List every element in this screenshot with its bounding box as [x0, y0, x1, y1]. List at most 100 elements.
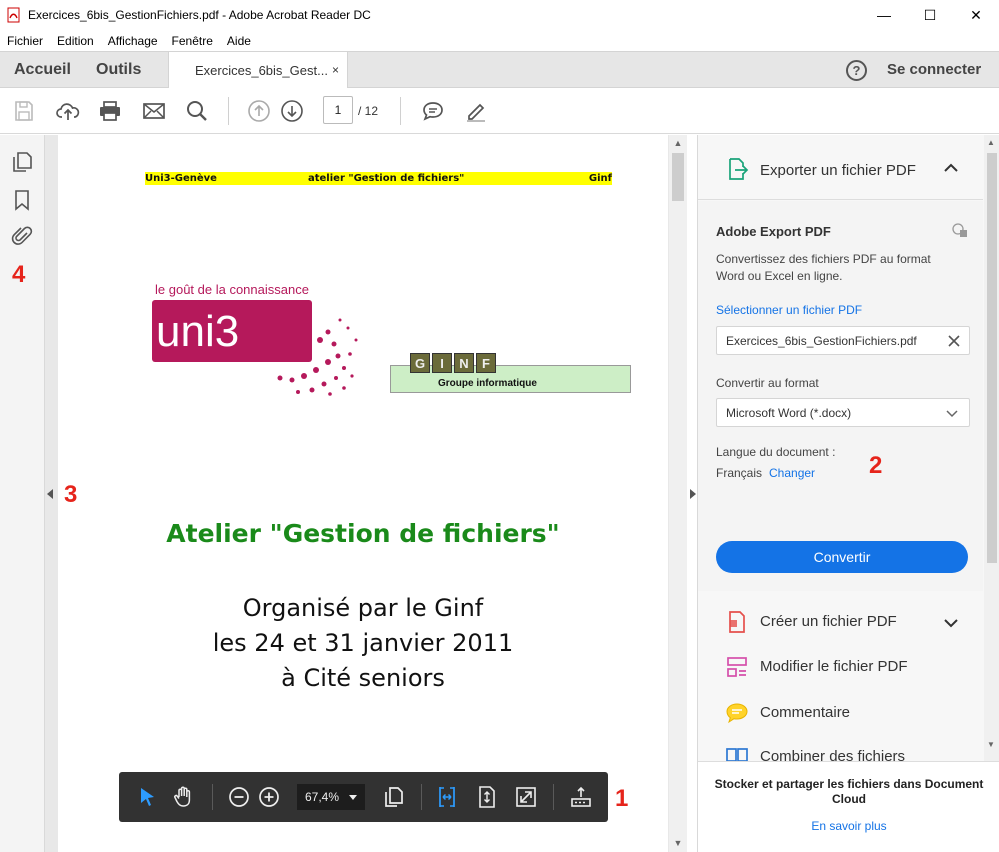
change-language-link[interactable]: Changer: [769, 466, 815, 480]
ginf-letter: F: [476, 353, 496, 373]
language-value: Français: [716, 466, 763, 480]
scrollbar-thumb[interactable]: [987, 153, 997, 563]
ginf-caption: Groupe informatique: [438, 378, 537, 389]
menu-aide[interactable]: Aide: [220, 34, 258, 48]
maximize-button[interactable]: ☐: [907, 0, 953, 30]
tool-create-pdf[interactable]: Créer un fichier PDF: [698, 600, 983, 644]
select-pointer-icon[interactable]: [135, 785, 159, 809]
chevron-down-icon: [349, 795, 357, 800]
learn-more-link[interactable]: En savoir plus: [698, 819, 999, 833]
fit-page-icon[interactable]: [475, 785, 499, 809]
tab-document[interactable]: Exercices_6bis_Gest... ×: [168, 52, 348, 89]
left-navigation-rail: [0, 135, 45, 852]
header-left: Uni3-Genève: [145, 173, 217, 184]
convert-button[interactable]: Convertir: [716, 541, 968, 573]
scrollbar-thumb[interactable]: [672, 153, 684, 201]
convert-to-label: Convertir au format: [716, 376, 819, 390]
chevron-down-icon: [946, 410, 958, 418]
annotation-2: 2: [869, 452, 883, 479]
export-pdf-label: Exporter un fichier PDF: [760, 162, 916, 179]
header-center: atelier "Gestion de fichiers": [308, 173, 465, 184]
help-icon[interactable]: ?: [846, 60, 867, 81]
minimize-button[interactable]: —: [861, 0, 907, 30]
bookmark-icon[interactable]: [11, 189, 33, 211]
tab-home[interactable]: Accueil: [14, 52, 71, 88]
tool-combine[interactable]: Combiner des fichiers: [698, 735, 983, 761]
export-pdf-header[interactable]: Exporter un fichier PDF: [698, 135, 983, 200]
scroll-down-arrow[interactable]: ▼: [673, 838, 683, 848]
expand-right-panel-arrow[interactable]: [690, 489, 696, 499]
tool-comment[interactable]: Commentaire: [698, 691, 983, 735]
selected-file-name: Exercices_6bis_GestionFichiers.pdf: [726, 333, 917, 348]
select-pdf-link[interactable]: Sélectionner un fichier PDF: [716, 303, 862, 317]
menu-fichier[interactable]: Fichier: [0, 34, 50, 48]
format-select-value: Microsoft Word (*.docx): [726, 405, 852, 420]
menu-affichage[interactable]: Affichage: [101, 34, 165, 48]
scroll-down-arrow[interactable]: ▼: [987, 740, 995, 749]
cloud-promo-text: Stocker et partager les fichiers dans Do…: [714, 777, 984, 806]
chevron-down-icon[interactable]: [944, 618, 958, 628]
document-view[interactable]: Uni3-Genève atelier "Gestion de fichiers…: [45, 135, 687, 852]
annotation-1: 1: [615, 785, 629, 812]
zoom-level-select[interactable]: 67,4%: [297, 784, 365, 810]
pdf-page: Uni3-Genève atelier "Gestion de fichiers…: [58, 135, 668, 852]
combine-files-icon: [726, 748, 748, 761]
ginf-logo: G I N F: [410, 353, 496, 373]
email-icon[interactable]: [142, 99, 166, 123]
scroll-up-arrow[interactable]: ▲: [673, 138, 683, 148]
page-up-icon[interactable]: [247, 99, 271, 123]
save-icon[interactable]: [12, 99, 36, 123]
close-window-button[interactable]: ✕: [953, 0, 999, 30]
document-line-2: les 24 et 31 janvier 2011: [212, 629, 514, 657]
upload-cloud-icon[interactable]: [56, 99, 80, 123]
window-title: Exercices_6bis_GestionFichiers.pdf - Ado…: [28, 8, 371, 22]
collapse-left-panel-arrow[interactable]: [47, 489, 53, 499]
panel-scrollbar[interactable]: ▲ ▼: [984, 135, 999, 761]
main-toolbar: [0, 88, 999, 134]
close-tab-icon[interactable]: ×: [332, 63, 339, 77]
page-down-icon[interactable]: [280, 99, 304, 123]
document-scrollbar[interactable]: ▲ ▼: [669, 135, 687, 852]
export-pdf-icon: [729, 158, 749, 180]
comment-icon[interactable]: [421, 99, 445, 123]
fullscreen-icon[interactable]: [514, 785, 538, 809]
print-icon[interactable]: [98, 99, 122, 123]
cloud-info-icon[interactable]: [951, 222, 969, 238]
page-total: / 12: [358, 104, 379, 118]
tool-edit-pdf[interactable]: Modifier le fichier PDF: [698, 645, 983, 689]
hand-pan-icon[interactable]: [172, 785, 196, 809]
search-icon[interactable]: [185, 99, 209, 123]
floating-page-toolbar: 67,4%: [119, 772, 608, 822]
format-select[interactable]: Microsoft Word (*.docx): [716, 398, 970, 427]
page-copy-icon[interactable]: [381, 785, 405, 809]
scroll-up-arrow[interactable]: ▲: [987, 138, 995, 147]
read-mode-icon[interactable]: [569, 785, 593, 809]
zoom-out-icon[interactable]: [227, 785, 251, 809]
right-tools-panel: Exporter un fichier PDF Adobe Export PDF…: [697, 135, 999, 852]
fit-width-icon[interactable]: [435, 785, 459, 809]
tool-combine-label: Combiner des fichiers: [760, 748, 906, 761]
menu-edition[interactable]: Edition: [50, 34, 101, 48]
comment-bubble-icon: [726, 703, 748, 724]
logo-wordmark: uni3: [156, 307, 239, 356]
zoom-in-icon[interactable]: [257, 785, 281, 809]
ginf-letter: G: [410, 353, 430, 373]
signin-button[interactable]: Se connecter: [887, 61, 981, 78]
clear-file-icon[interactable]: [948, 335, 960, 347]
tool-edit-pdf-label: Modifier le fichier PDF: [760, 658, 908, 675]
toolbar-separator: [228, 97, 229, 125]
document-cloud-promo: Stocker et partager les fichiers dans Do…: [698, 761, 999, 852]
menu-fenetre[interactable]: Fenêtre: [165, 34, 220, 48]
sign-pen-icon[interactable]: [464, 99, 488, 123]
page-thumbnails-icon[interactable]: [11, 151, 33, 173]
toolbar-separator: [421, 784, 422, 810]
document-line-3: à Cité seniors: [281, 664, 445, 692]
attachment-icon[interactable]: [11, 225, 33, 247]
tab-tools[interactable]: Outils: [96, 52, 141, 88]
chevron-up-icon[interactable]: [944, 163, 958, 173]
selected-file-field[interactable]: Exercices_6bis_GestionFichiers.pdf: [716, 326, 970, 355]
export-pdf-title: Adobe Export PDF: [716, 224, 831, 239]
toolbar-separator: [400, 97, 401, 125]
zoom-level-value: 67,4%: [305, 790, 340, 804]
page-number-input[interactable]: 1: [323, 96, 353, 124]
